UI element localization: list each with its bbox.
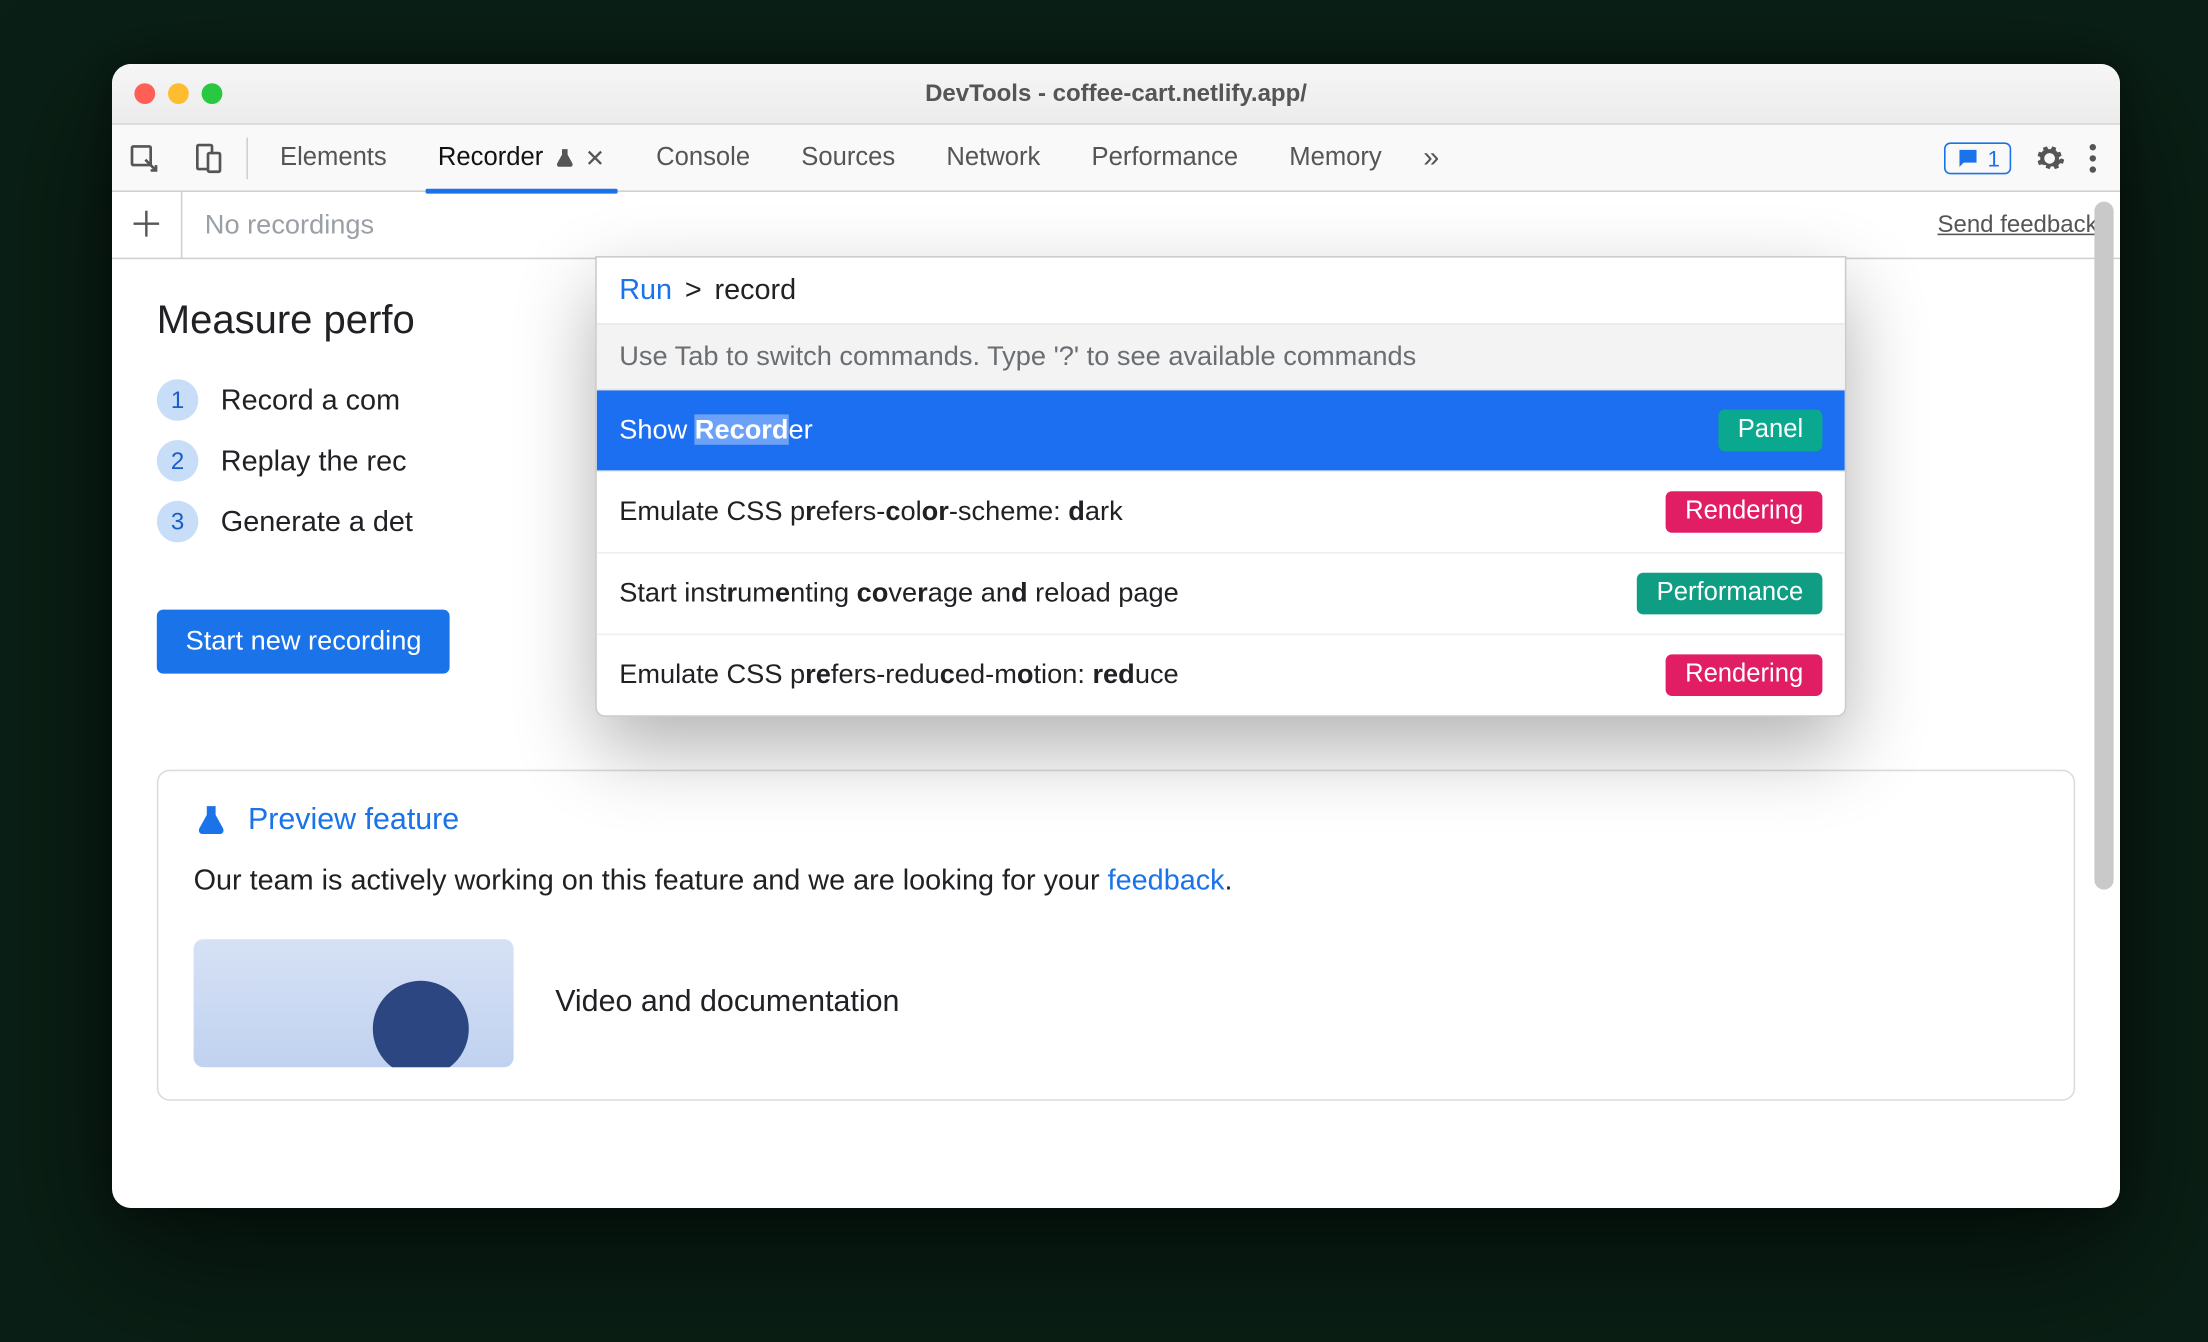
devtools-toolbar: Elements Recorder ✕ Console Sources Netw… [112,125,2120,192]
step-text-2: Replay the rec [221,444,407,478]
step-number-2: 2 [157,440,199,482]
tab-elements[interactable]: Elements [254,124,412,191]
command-prefix: > [685,274,702,308]
console-messages-badge[interactable]: 1 [1944,142,2011,174]
command-item-tag: Performance [1637,573,1822,615]
command-item-tag: Rendering [1666,654,1823,696]
more-menu-icon[interactable] [2088,142,2098,174]
command-item-label: Show Recorder [619,414,813,446]
video-thumbnail[interactable] [194,939,514,1067]
tab-console[interactable]: Console [631,124,776,191]
vertical-scrollbar[interactable] [2094,202,2113,1199]
panel-tabs: Elements Recorder ✕ Console Sources Netw… [254,124,1455,191]
scrollbar-thumb[interactable] [2094,202,2113,890]
messages-count: 1 [1988,145,2000,171]
flask-icon [553,146,575,168]
command-input-row[interactable]: Run > record [597,258,1845,325]
inspect-element-icon[interactable] [112,142,176,174]
command-item-tag: Rendering [1666,491,1823,533]
feedback-link[interactable]: feedback [1108,864,1225,896]
recordings-dropdown[interactable]: No recordings [182,209,396,241]
command-hint: Use Tab to switch commands. Type '?' to … [597,325,1845,391]
devtools-window: DevTools - coffee-cart.netlify.app/ Elem… [112,64,2120,1208]
doc-title: Video and documentation [555,986,899,1021]
tab-network[interactable]: Network [921,124,1066,191]
preview-feature-title: Preview feature [248,803,459,838]
command-mode-label: Run [619,274,672,308]
settings-gear-icon[interactable] [2034,142,2066,174]
more-tabs-icon[interactable]: » [1407,141,1455,175]
tab-memory[interactable]: Memory [1264,124,1408,191]
flask-icon [194,803,229,838]
start-new-recording-button[interactable]: Start new recording [157,610,450,674]
preview-feature-text: Our team is actively working on this fea… [194,864,2039,898]
recorder-subbar: ＋ No recordings Send feedback [112,192,2120,259]
command-item[interactable]: Emulate CSS prefers-reduced-motion: redu… [597,635,1845,715]
command-item-label: Start instrumenting coverage and reload … [619,578,1179,610]
command-query: record [714,274,796,308]
close-tab-icon[interactable]: ✕ [585,143,605,172]
tab-performance[interactable]: Performance [1066,124,1264,191]
command-item[interactable]: Emulate CSS prefers-color-scheme: dark Re… [597,472,1845,554]
tab-sources[interactable]: Sources [776,124,921,191]
new-recording-icon[interactable]: ＋ [112,191,182,258]
command-item[interactable]: Show Recorder Panel [597,390,1845,472]
device-toolbar-icon[interactable] [176,142,240,174]
step-text-1: Record a com [221,383,400,417]
mac-titlebar: DevTools - coffee-cart.netlify.app/ [112,64,2120,125]
command-palette: Run > record Use Tab to switch commands. … [595,256,1846,717]
command-item-label: Emulate CSS prefers-reduced-motion: redu… [619,659,1179,691]
step-number-3: 3 [157,501,199,543]
send-feedback-link[interactable]: Send feedback [1937,211,2097,238]
preview-feature-card: Preview feature Our team is actively wor… [157,770,2075,1101]
step-number-1: 1 [157,379,199,421]
step-text-3: Generate a det [221,505,413,539]
command-item-tag: Panel [1719,410,1823,452]
tab-recorder[interactable]: Recorder ✕ [412,124,630,191]
command-item-label: Emulate CSS prefers-color-scheme: dark [619,496,1123,528]
command-item[interactable]: Start instrumenting coverage and reload … [597,554,1845,636]
window-title: DevTools - coffee-cart.netlify.app/ [112,80,2120,107]
